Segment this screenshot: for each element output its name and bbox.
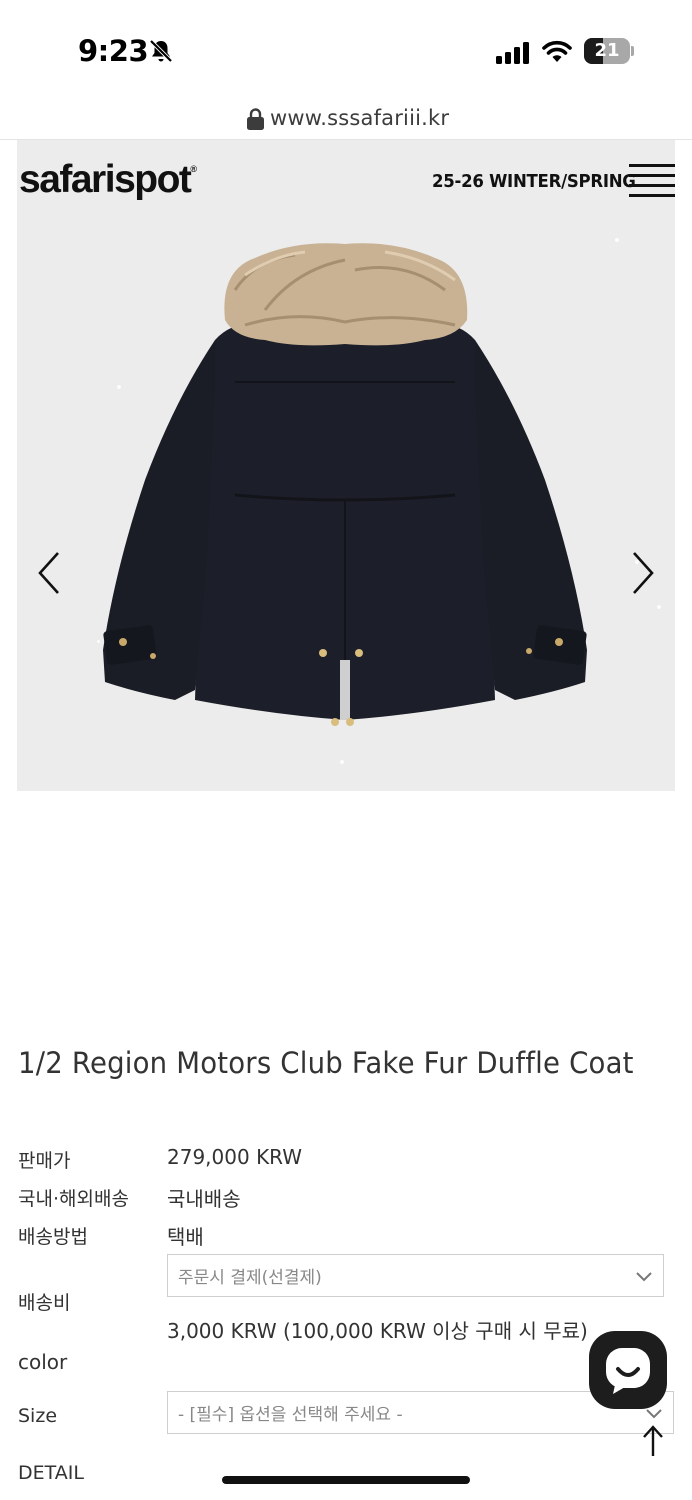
shipping-fee-label: 배송비 (18, 1292, 71, 1314)
shipping-method-label: 배송방법 (18, 1226, 88, 1248)
size-label: Size (18, 1405, 58, 1427)
lock-icon (247, 108, 264, 130)
shipping-fee-value: 3,000 KRW (100,000 KRW 이상 구매 시 무료) (167, 1319, 588, 1343)
shipping-region-label: 국내·해외배송 (18, 1188, 129, 1210)
chat-bubble-icon (606, 1348, 650, 1394)
price-value: 279,000 KRW (167, 1145, 303, 1169)
detail-label: DETAIL (18, 1462, 84, 1484)
season-link[interactable]: 25-26 WINTER/SPRING (432, 171, 636, 192)
carousel-next-arrow-icon[interactable] (622, 543, 662, 603)
shipping-payment-select[interactable]: 주문시 결제(선결제) (167, 1254, 664, 1297)
shipping-region-value: 국내배송 (167, 1187, 241, 1211)
home-indicator[interactable] (222, 1476, 470, 1484)
size-select-placeholder: - [필수] 옵션을 선택해 주세요 - (178, 1405, 403, 1425)
wifi-icon (542, 40, 572, 62)
shipping-method-value: 택배 (167, 1225, 204, 1249)
product-title: 1/2 Region Motors Club Fake Fur Duffle C… (18, 1046, 634, 1080)
scroll-to-top-arrow-icon[interactable] (641, 1424, 665, 1458)
color-label: color (18, 1350, 68, 1374)
battery-icon: 21 (584, 38, 634, 64)
carousel-prev-arrow-icon[interactable] (30, 543, 70, 603)
chat-button[interactable] (589, 1331, 667, 1409)
url-text[interactable]: www.sssafariii.kr (270, 106, 449, 130)
chevron-down-icon (636, 1271, 652, 1281)
status-time: 9:23 (78, 34, 149, 68)
shipping-payment-select-value: 주문시 결제(선결제) (178, 1268, 322, 1288)
cellular-signal-icon (496, 42, 529, 64)
coat-product-image (103, 243, 587, 726)
price-label: 판매가 (18, 1150, 71, 1172)
battery-level: 21 (594, 40, 620, 61)
brand-logo[interactable]: safarispot® (19, 158, 197, 202)
hamburger-menu-icon[interactable] (629, 164, 675, 198)
bell-muted-icon (149, 39, 173, 63)
